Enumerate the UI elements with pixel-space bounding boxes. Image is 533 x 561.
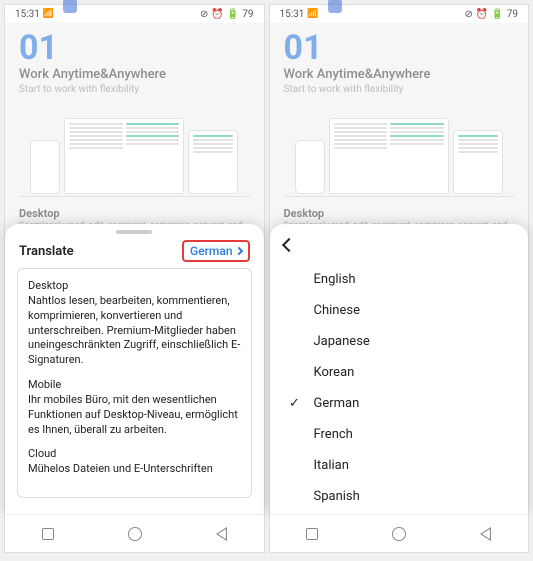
chevron-right-icon [234, 247, 242, 255]
language-label: German [314, 396, 511, 411]
hero-number: 01 [284, 31, 515, 65]
hero-illustration [284, 101, 515, 197]
battery-pct: 79 [507, 9, 518, 20]
alarm-icon: ⏰ [211, 9, 223, 20]
language-item[interactable]: French [270, 419, 529, 450]
language-label: Korean [314, 365, 511, 380]
nav-recent-icon[interactable] [42, 528, 54, 540]
section-desktop-h: Desktop [19, 207, 250, 220]
language-item[interactable]: Italian [270, 450, 529, 481]
nav-home-icon[interactable] [392, 527, 406, 541]
dnd-icon: ⊘ [200, 9, 208, 20]
signal-icon: 📶 [307, 9, 318, 19]
translated-p-0: Nahtlos lesen, bearbeiten, kommentieren,… [28, 294, 241, 368]
battery-pct: 79 [242, 9, 253, 20]
language-item[interactable]: ✓ German [270, 388, 529, 419]
device-phone [30, 140, 60, 194]
dnd-icon: ⊘ [464, 9, 472, 20]
phone-right: 15:31 📶 ⊘ ⏰ 🔋 79 01 Work Anytime&Anywher… [269, 4, 530, 553]
sheet-title: Translate [19, 244, 74, 259]
device-tablet [453, 130, 503, 194]
back-button[interactable] [281, 238, 295, 252]
battery-icon: 🔋 [227, 9, 239, 20]
sheet-handle[interactable] [116, 230, 152, 234]
language-label: Chinese [314, 303, 511, 318]
device-laptop [329, 118, 449, 194]
language-sheet: English Chinese Japanese Korean ✓ German Frenc… [270, 224, 529, 514]
translated-p-2: Mühelos Dateien und E-Unterschriften [28, 462, 241, 477]
language-item[interactable]: English [270, 264, 529, 295]
phone-left: 15:31 📶 ⊘ ⏰ 🔋 79 01 Work Anytime&Anywher… [4, 4, 265, 553]
hero-title: Work Anytime&Anywhere [284, 67, 515, 82]
nav-recent-icon[interactable] [306, 528, 318, 540]
translate-sheet: Translate German Desktop Nahtlos lesen, … [5, 224, 264, 514]
language-selector-button[interactable]: German [182, 240, 249, 262]
language-label: Italian [314, 458, 511, 473]
status-bar: 15:31 📶 ⊘ ⏰ 🔋 79 [5, 5, 264, 23]
translated-p-1: Ihr mobiles Büro, mit den wesentlichen F… [28, 393, 241, 438]
android-nav-bar [270, 514, 529, 552]
translated-content: Desktop Nahtlos lesen, bearbeiten, komme… [17, 268, 252, 498]
section-desktop-h: Desktop [284, 207, 515, 220]
language-label: Spanish [314, 489, 511, 504]
translated-h-2: Cloud [28, 447, 241, 462]
language-label: Japanese [314, 334, 511, 349]
selected-language-label: German [190, 244, 232, 258]
android-nav-bar [5, 514, 264, 552]
language-item[interactable]: Chinese [270, 295, 529, 326]
status-bar: 15:31 📶 ⊘ ⏰ 🔋 79 [270, 5, 529, 23]
nav-home-icon[interactable] [128, 527, 142, 541]
device-laptop [64, 118, 184, 194]
hero-illustration [19, 101, 250, 197]
battery-icon: 🔋 [491, 9, 503, 20]
device-tablet [188, 130, 238, 194]
device-phone [295, 140, 325, 194]
hero-number: 01 [19, 31, 250, 65]
language-list: English Chinese Japanese Korean ✓ German Frenc… [270, 258, 529, 522]
tag-icon [63, 0, 77, 13]
tag-icon [328, 0, 342, 13]
language-label: English [314, 272, 511, 287]
language-item[interactable]: Spanish [270, 481, 529, 512]
check-icon: ✓ [288, 396, 302, 411]
translated-h-1: Mobile [28, 378, 241, 393]
hero-subtitle: Start to work with flexibility [284, 84, 515, 95]
alarm-icon: ⏰ [476, 9, 488, 20]
language-item[interactable]: Japanese [270, 326, 529, 357]
language-item[interactable]: Korean [270, 357, 529, 388]
signal-icon: 📶 [43, 9, 54, 19]
translated-h-0: Desktop [28, 279, 241, 294]
hero-title: Work Anytime&Anywhere [19, 67, 250, 82]
status-time: 15:31 [15, 9, 40, 20]
nav-back-icon[interactable] [480, 527, 491, 541]
hero-subtitle: Start to work with flexibility [19, 84, 250, 95]
status-time: 15:31 [280, 9, 305, 20]
language-label: French [314, 427, 511, 442]
nav-back-icon[interactable] [216, 527, 227, 541]
